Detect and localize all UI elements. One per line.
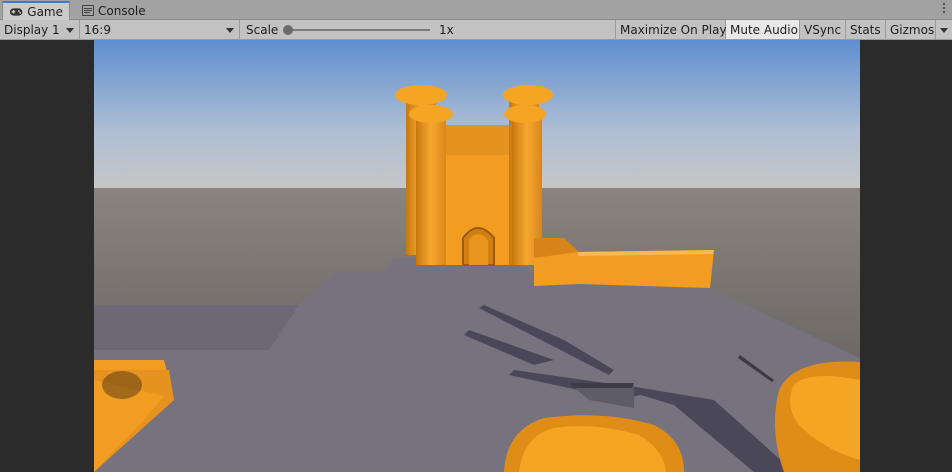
gizmos-toggle[interactable]: Gizmos	[886, 20, 936, 39]
scale-value: 1x	[439, 23, 454, 37]
vsync-label: VSync	[804, 22, 842, 37]
game-render	[94, 40, 860, 472]
aspect-dropdown[interactable]: 16:9	[80, 20, 240, 39]
aspect-dropdown-value: 16:9	[84, 22, 111, 37]
game-viewport[interactable]	[94, 40, 860, 472]
gamepad-icon	[9, 7, 23, 16]
more-options-icon[interactable]	[943, 3, 946, 15]
chevron-down-icon	[940, 28, 948, 33]
gizmos-dropdown[interactable]	[936, 20, 952, 39]
stats-toggle[interactable]: Stats	[846, 20, 886, 39]
mute-audio-toggle[interactable]: Mute Audio	[726, 20, 800, 39]
display-dropdown-value: Display 1	[4, 22, 60, 37]
tab-game[interactable]: Game	[2, 1, 70, 20]
maximize-on-play-toggle[interactable]: Maximize On Play	[616, 20, 727, 39]
vsync-toggle[interactable]: VSync	[800, 20, 846, 39]
editor-tab-bar: Game Console	[0, 0, 952, 20]
display-dropdown[interactable]: Display 1	[0, 20, 80, 39]
console-icon	[82, 5, 94, 16]
castle-wall	[578, 250, 714, 288]
game-view-toolbar: Display 1 16:9 Scale 1x Maximize On Play…	[0, 20, 952, 40]
tab-game-label: Game	[27, 4, 63, 19]
gizmos-label: Gizmos	[890, 22, 935, 37]
stats-label: Stats	[850, 22, 881, 37]
tab-console[interactable]: Console	[76, 1, 152, 20]
mute-audio-label: Mute Audio	[730, 22, 798, 37]
chevron-down-icon	[66, 28, 74, 33]
scale-slider-track[interactable]	[290, 29, 430, 31]
maximize-on-play-label: Maximize On Play	[620, 22, 727, 37]
scale-label: Scale	[246, 22, 279, 37]
tab-console-label: Console	[98, 3, 146, 18]
chevron-down-icon	[226, 28, 234, 33]
scale-slider-thumb[interactable]	[283, 25, 293, 35]
castle-tower-left	[416, 115, 446, 265]
